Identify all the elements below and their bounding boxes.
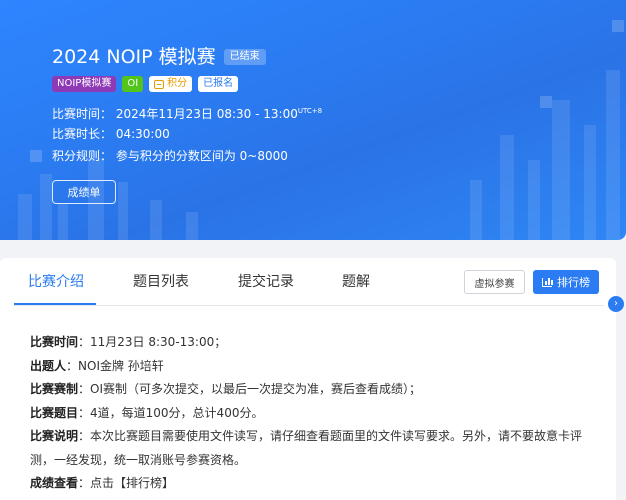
timezone: UTC+8 xyxy=(297,107,323,115)
tag-oi: OI xyxy=(122,76,144,92)
desc-row-notes: 比赛说明：本次比赛题目需要使用文件读写，请仔细查看题面里的文件读写要求。另外，请… xyxy=(30,425,590,472)
desc-label: 出题人 xyxy=(30,358,67,373)
contest-title-row: 2024 NOIP 模拟赛 已结束 xyxy=(52,44,266,70)
leaderboard-button-label: 排行榜 xyxy=(557,276,590,289)
decor-bar xyxy=(606,70,620,240)
desc-label: 比赛说明 xyxy=(30,429,79,443)
contest-banner: 2024 NOIP 模拟赛 已结束 NOIP模拟赛 OI 积分 已报名 比赛时间… xyxy=(0,0,626,240)
decor-bar xyxy=(552,100,570,240)
desc-value: ：4道，每道100分，总计400分。 xyxy=(78,405,264,420)
desc-label: 比赛题目 xyxy=(30,405,79,420)
tab-solutions[interactable]: 题解 xyxy=(342,272,370,292)
tag-points: 积分 xyxy=(149,76,193,92)
contest-title: 2024 NOIP 模拟赛 xyxy=(52,46,216,68)
scores-button[interactable]: 成绩单 xyxy=(52,180,116,204)
desc-row-results: 成绩查看：点击【排行榜】 xyxy=(30,472,590,496)
contest-tags: NOIP模拟赛 OI 积分 已报名 xyxy=(52,76,239,92)
desc-row-format: 比赛赛制：OI赛制（可多次提交，以最后一次提交为准，赛后查看成绩）； xyxy=(30,378,590,402)
chevron-right-icon[interactable]: › xyxy=(608,296,624,312)
desc-value: ：点击【排行榜】 xyxy=(78,476,175,490)
desc-label: 比赛时间 xyxy=(30,335,79,349)
desc-value: ：NOI金牌 孙培轩 xyxy=(66,358,164,373)
desc-value: ：OI赛制（可多次提交，以最后一次提交为准，赛后查看成绩）； xyxy=(78,382,422,396)
contest-description: 比赛时间：11月23日 8:30-13:00； 出题人：NOI金牌 孙培轩 比赛… xyxy=(30,331,590,496)
decor-bar xyxy=(118,182,128,240)
contest-time-label: 比赛时间： xyxy=(52,107,113,121)
desc-label: 比赛赛制 xyxy=(30,382,79,396)
desc-value: ：本次比赛题目需要使用文件读写，请仔细查看题面里的文件读写要求。另外，请不要故意… xyxy=(30,429,583,467)
leaderboard-button[interactable]: 排行榜 xyxy=(533,270,599,294)
decor-bar xyxy=(584,125,596,240)
decor-bar xyxy=(470,180,482,240)
decor-square xyxy=(30,150,42,162)
decor-bar xyxy=(40,174,52,240)
decor-square xyxy=(540,96,552,108)
decor-bar xyxy=(18,194,32,240)
coin-icon xyxy=(154,79,165,89)
decor-bar xyxy=(150,200,162,240)
points-rule-value: 参与积分的分数区间为 0~8000 xyxy=(115,149,288,163)
decor-square xyxy=(612,20,624,32)
contest-time: 比赛时间： 2024年11月23日 08:30 - 13:00UTC+8 xyxy=(52,102,322,123)
tag-enrolled: 已报名 xyxy=(198,76,239,92)
decor-bar xyxy=(528,160,540,240)
desc-value: ：11月23日 8:30-13:00； xyxy=(78,335,227,349)
points-rule-label: 积分规则： xyxy=(52,149,113,163)
tab-problems[interactable]: 题目列表 xyxy=(133,272,189,292)
desc-row-author: 出题人：NOI金牌 孙培轩 xyxy=(30,355,590,379)
tab-submissions[interactable]: 提交记录 xyxy=(238,272,294,292)
points-rule: 积分规则： 参与积分的分数区间为 0~8000 xyxy=(52,147,288,165)
status-badge: 已结束 xyxy=(223,49,266,65)
virtual-contest-button[interactable]: 虚拟参赛 xyxy=(464,270,525,294)
contest-time-value: 2024年11月23日 08:30 - 13:00 xyxy=(115,107,298,121)
decor-bar xyxy=(58,204,68,240)
active-tab-indicator xyxy=(14,303,96,305)
tag-noip: NOIP模拟赛 xyxy=(52,76,117,92)
contest-duration: 比赛时长： 04:30:00 xyxy=(52,125,170,143)
desc-row-problems: 比赛题目：4道，每道100分，总计400分。 xyxy=(30,402,590,426)
desc-label: 成绩查看 xyxy=(30,476,79,490)
contest-duration-value: 04:30:00 xyxy=(115,127,170,141)
contest-duration-label: 比赛时长： xyxy=(52,127,113,141)
decor-bar xyxy=(186,212,198,240)
tag-points-label: 积分 xyxy=(167,78,188,89)
tab-intro[interactable]: 比赛介绍 xyxy=(28,272,84,292)
bar-chart-icon xyxy=(542,277,553,287)
decor-bar xyxy=(500,135,514,240)
desc-row-time: 比赛时间：11月23日 8:30-13:00； xyxy=(30,331,590,355)
